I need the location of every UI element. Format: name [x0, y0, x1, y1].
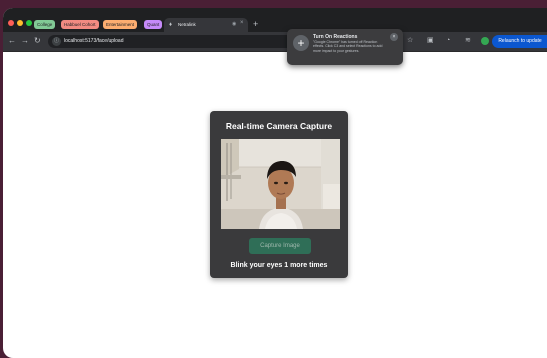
new-tab-button[interactable]: +: [253, 19, 258, 29]
notification-close-icon[interactable]: ×: [390, 33, 398, 41]
tab-group-entertainment[interactable]: Entertainment: [103, 20, 138, 29]
browser-window: College Habbuel Cohort Entertainment Qua…: [3, 8, 547, 358]
cast-icon[interactable]: ≋: [465, 36, 471, 46]
tab-audio-icon[interactable]: ◉: [232, 21, 236, 27]
tab-group-quant[interactable]: Quant: [144, 20, 163, 29]
blink-status-text: Blink your eyes 1 more times: [230, 262, 328, 269]
close-window-button[interactable]: [8, 20, 14, 26]
camera-capture-card: Real-time Camera Capture Capture Image B…: [210, 111, 348, 278]
tab-group-college[interactable]: College: [34, 20, 56, 29]
browser-toolbar: ← → ↻ ⓘ localhost:5173/face/upload ☆ ▣ ◔…: [3, 32, 547, 52]
reactions-icon: +: [293, 35, 309, 51]
minimize-window-button[interactable]: [17, 20, 23, 26]
tab-netralink[interactable]: ♦ Netralink ◉ ×: [164, 18, 248, 32]
back-icon[interactable]: ←: [8, 36, 16, 46]
url-text: localhost:5173/face/upload: [64, 38, 124, 44]
notification-body: "Google Chrome" has turned off Reaction …: [313, 40, 383, 53]
tab-title: Netralink: [178, 22, 196, 27]
extensions-icon[interactable]: ▣: [427, 36, 434, 46]
site-info-icon[interactable]: ⓘ: [52, 37, 61, 46]
forward-icon[interactable]: →: [21, 36, 29, 46]
card-title: Real-time Camera Capture: [225, 121, 333, 131]
tab-favicon-icon: ♦: [169, 22, 173, 28]
tab-group-habbuel-cohort[interactable]: Habbuel Cohort: [61, 20, 99, 29]
camera-frame-image: [221, 139, 340, 229]
relaunch-to-update-button[interactable]: Relaunch to update: [492, 35, 547, 48]
capture-image-button[interactable]: Capture Image: [249, 238, 311, 254]
reload-icon[interactable]: ↻: [34, 36, 41, 46]
history-icon[interactable]: ◔: [446, 36, 450, 46]
camera-video-feed: [221, 139, 340, 229]
reactions-notification: + Turn On Reactions "Google Chrome" has …: [287, 29, 403, 65]
maximize-window-button[interactable]: [26, 20, 32, 26]
bookmark-star-icon[interactable]: ☆: [407, 36, 413, 46]
profile-avatar[interactable]: [481, 37, 489, 45]
tab-bar: College Habbuel Cohort Entertainment Qua…: [3, 8, 547, 32]
tab-close-icon[interactable]: ×: [240, 20, 244, 26]
